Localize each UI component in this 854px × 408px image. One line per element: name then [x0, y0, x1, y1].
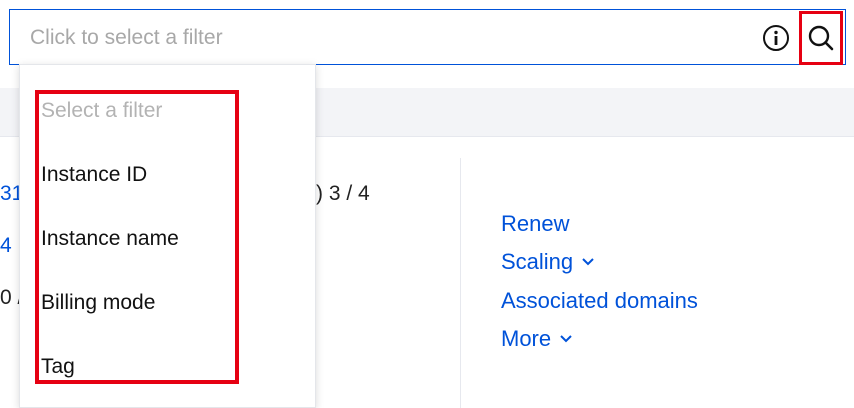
filter-dropdown-menu: Select a filter Instance ID Instance nam…: [19, 64, 316, 408]
chevron-down-icon: [582, 258, 594, 266]
associated-domains-label: Associated domains: [501, 288, 698, 313]
search-button[interactable]: [799, 11, 843, 65]
renew-link[interactable]: Renew: [501, 211, 569, 237]
renew-label: Renew: [501, 211, 570, 236]
chevron-down-icon: [560, 335, 572, 343]
page: 31 4 0 / ) 3 / 4 Renew Scaling Associate…: [0, 0, 854, 408]
search-bar: [9, 9, 846, 65]
scaling-dropdown-link[interactable]: Scaling: [501, 249, 595, 275]
search-input[interactable]: [30, 22, 730, 54]
filter-option-instance-name[interactable]: Instance name: [41, 227, 179, 251]
table-cell-fragment-2[interactable]: 4: [0, 234, 12, 258]
column-divider: [460, 158, 461, 408]
more-dropdown-link[interactable]: More: [501, 326, 573, 352]
more-label: More: [501, 326, 552, 351]
filter-option-billing-mode[interactable]: Billing mode: [41, 291, 155, 315]
filter-option-tag[interactable]: Tag: [41, 355, 75, 379]
info-circle-icon[interactable]: [762, 24, 790, 52]
associated-domains-link[interactable]: Associated domains: [501, 288, 698, 314]
filter-dropdown-header: Select a filter: [41, 99, 163, 122]
table-cell-ratio: ) 3 / 4: [316, 182, 370, 205]
scaling-label: Scaling: [501, 249, 574, 274]
magnifier-icon: [808, 25, 834, 51]
filter-option-instance-id[interactable]: Instance ID: [41, 163, 147, 187]
